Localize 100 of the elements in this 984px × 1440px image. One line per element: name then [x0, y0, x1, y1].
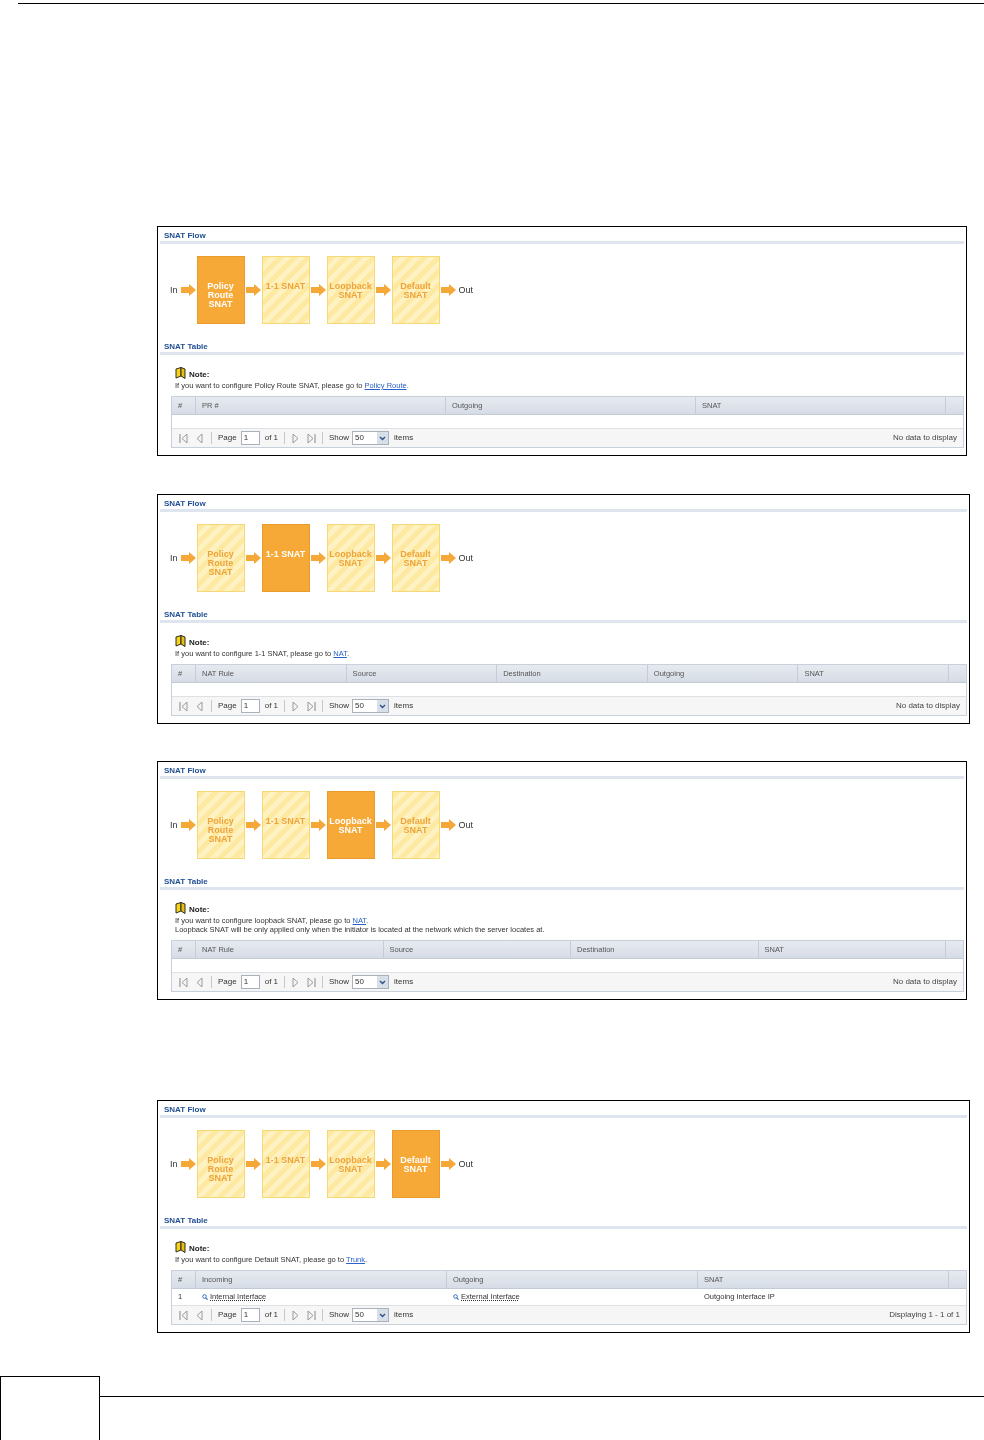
flow-label: In	[170, 553, 178, 563]
show-label: Show	[329, 976, 350, 988]
chevron-down-icon[interactable]	[377, 976, 389, 988]
note-title: Note:	[189, 370, 210, 379]
last-page-icon[interactable]	[307, 432, 317, 444]
flow-arrow	[440, 1158, 456, 1170]
note-icon	[175, 367, 186, 379]
flow-arrow	[180, 552, 196, 564]
show-label: Show	[329, 432, 350, 444]
first-page-icon[interactable]	[179, 976, 188, 988]
items-label: items	[394, 976, 414, 988]
section-title: SNAT Flow	[163, 1105, 206, 1114]
flow-label: Out	[458, 820, 474, 830]
flow-step[interactable]: 1-1 SNAT	[261, 524, 310, 592]
last-page-icon[interactable]	[307, 1309, 317, 1321]
flow-arrow	[180, 819, 196, 831]
section-title: SNAT Flow	[163, 766, 206, 775]
flow-arrow	[310, 1158, 326, 1170]
note-icon	[175, 902, 186, 914]
chevron-down-icon[interactable]	[377, 1309, 389, 1321]
pager-status: No data to display	[892, 976, 957, 988]
pager-status: No data to display	[892, 432, 957, 444]
page-label: Page	[218, 700, 237, 712]
flow-arrow	[245, 1158, 261, 1170]
flow-arrow	[375, 552, 391, 564]
flow-step[interactable]: Default SNAT	[391, 791, 440, 859]
flow-arrow	[375, 1158, 391, 1170]
flow-label: In	[170, 285, 178, 295]
first-page-icon[interactable]	[179, 432, 188, 444]
previous-page-icon[interactable]	[196, 700, 203, 712]
note-title: Note:	[189, 638, 210, 647]
note-icon	[175, 635, 186, 647]
last-page-icon[interactable]	[307, 976, 317, 988]
flow-step[interactable]: Policy Route SNAT	[196, 1130, 245, 1198]
page-label: Page	[218, 1309, 237, 1321]
last-page-icon[interactable]	[307, 700, 317, 712]
flow-arrow	[180, 284, 196, 296]
next-page-icon[interactable]	[292, 432, 300, 444]
flow-step[interactable]: Policy Route SNAT	[196, 524, 245, 592]
search-icon[interactable]	[202, 1294, 208, 1300]
flow-step[interactable]: 1-1 SNAT	[261, 1130, 310, 1198]
flow-label: Out	[458, 553, 474, 563]
flow-label: Out	[458, 1159, 474, 1169]
next-page-icon[interactable]	[292, 976, 300, 988]
note-title: Note:	[189, 905, 210, 914]
previous-page-icon[interactable]	[196, 976, 203, 988]
page-input[interactable]: 1	[240, 975, 260, 989]
flow-step[interactable]: Default SNAT	[391, 256, 440, 324]
page-count: of 1	[264, 976, 279, 988]
page-input[interactable]: 1	[240, 1308, 260, 1322]
section-title: SNAT Flow	[163, 231, 206, 240]
flow-step[interactable]: Default SNAT	[391, 524, 440, 592]
show-label: Show	[329, 700, 350, 712]
page-label: Page	[218, 976, 237, 988]
section-title: SNAT Table	[163, 1216, 208, 1225]
flow-label: In	[170, 1159, 178, 1169]
section-title: SNAT Table	[163, 610, 208, 619]
flow-step[interactable]: Loopback SNAT	[326, 256, 375, 324]
items-label: items	[394, 700, 414, 712]
search-icon[interactable]	[453, 1294, 459, 1300]
page-count: of 1	[264, 700, 279, 712]
per-page-select[interactable]: 50	[352, 1308, 390, 1322]
first-page-icon[interactable]	[179, 1309, 188, 1321]
page-label: Page	[218, 432, 237, 444]
flow-arrow	[180, 1158, 196, 1170]
page-input[interactable]: 1	[240, 699, 260, 713]
flow-step[interactable]: Default SNAT	[391, 1130, 440, 1198]
next-page-icon[interactable]	[292, 700, 300, 712]
flow-label: Out	[458, 285, 474, 295]
previous-page-icon[interactable]	[196, 1309, 203, 1321]
flow-step[interactable]: 1-1 SNAT	[261, 791, 310, 859]
flow-arrow	[375, 284, 391, 296]
section-title: SNAT Flow	[163, 499, 206, 508]
items-label: items	[394, 1309, 414, 1321]
pager-status: Displaying 1 - 1 of 1	[889, 1309, 960, 1321]
flow-arrow	[310, 552, 326, 564]
flow-step[interactable]: Loopback SNAT	[326, 524, 375, 592]
chevron-down-icon[interactable]	[377, 700, 389, 712]
flow-step[interactable]: Policy Route SNAT	[196, 256, 245, 324]
per-page-select[interactable]: 50	[352, 431, 390, 445]
page-input[interactable]: 1	[240, 431, 260, 445]
section-title: SNAT Table	[163, 877, 208, 886]
flow-arrow	[245, 552, 261, 564]
flow-step[interactable]: 1-1 SNAT	[261, 256, 310, 324]
flow-arrow	[310, 284, 326, 296]
per-page-select[interactable]: 50	[352, 699, 390, 713]
flow-arrow	[440, 819, 456, 831]
first-page-icon[interactable]	[179, 700, 188, 712]
flow-step[interactable]: Loopback SNAT	[326, 791, 375, 859]
flow-arrow	[310, 819, 326, 831]
flow-step[interactable]: Loopback SNAT	[326, 1130, 375, 1198]
previous-page-icon[interactable]	[196, 432, 203, 444]
chevron-down-icon[interactable]	[377, 432, 389, 444]
next-page-icon[interactable]	[292, 1309, 300, 1321]
section-title: SNAT Table	[163, 342, 208, 351]
pager-status: No data to display	[895, 700, 960, 712]
show-label: Show	[329, 1309, 350, 1321]
flow-arrow	[440, 552, 456, 564]
per-page-select[interactable]: 50	[352, 975, 390, 989]
flow-step[interactable]: Policy Route SNAT	[196, 791, 245, 859]
